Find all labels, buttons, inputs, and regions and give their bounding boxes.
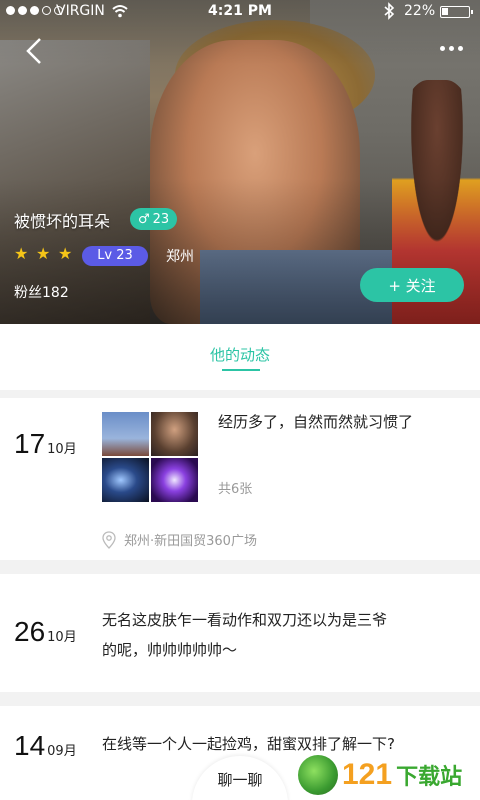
gender-age-badge: ♂ 23 [130, 208, 178, 230]
post-day: 26 [14, 616, 46, 647]
post-month: 09月 [47, 744, 77, 759]
male-icon: ♂ [138, 211, 150, 227]
post-photo[interactable] [151, 412, 198, 456]
site-watermark: 121 下载站 [298, 752, 478, 798]
age-value: 23 [152, 211, 170, 227]
watermark-number: 121 [342, 758, 393, 791]
status-bar: VIRGIN 4:21 PM 22% [0, 0, 480, 24]
fans-count: 粉丝182 [14, 285, 69, 301]
watermark-logo-icon [298, 755, 338, 795]
feed-tab-bar: 他的动态 [0, 324, 480, 390]
follow-button[interactable]: + 关注 [360, 268, 464, 302]
post-text: 经历多了，自然而然就习惯了 [218, 413, 414, 431]
bluetooth-icon [384, 2, 395, 20]
tab-his-posts[interactable]: 他的动态 [0, 344, 480, 365]
follow-label: + 关注 [388, 276, 436, 295]
post-photo-grid[interactable] [102, 412, 198, 502]
chat-button-label: 聊一聊 [217, 771, 263, 789]
watermark-text: 下载站 [396, 765, 463, 790]
post-location: 郑州·新田国贸360广场 [102, 530, 257, 549]
battery-icon [440, 6, 473, 18]
post-photo[interactable] [102, 458, 149, 502]
location-text: 郑州·新田国贸360广场 [124, 534, 257, 549]
post-text-line: 无名这皮肤乍一看动作和双刀还以为是三爷 [102, 611, 388, 629]
post-day: 17 [14, 428, 46, 459]
battery-percent: 22% [404, 3, 436, 19]
post-month: 10月 [47, 630, 77, 645]
profile-city: 郑州 [166, 249, 194, 265]
post-date: 26 10月 [14, 616, 77, 648]
back-chevron-icon[interactable] [22, 36, 46, 66]
post-card[interactable]: 17 10月 经历多了，自然而然就习惯了 共6张 郑州·新田国贸360广场 [0, 398, 480, 560]
post-photo[interactable] [151, 458, 198, 502]
post-text-line: 的呢，帅帅帅帅帅～ [102, 641, 238, 659]
post-card[interactable]: 26 10月 无名这皮肤乍一看动作和双刀还以为是三爷 的呢，帅帅帅帅帅～ [0, 574, 480, 692]
level-badge: Lv 23 [82, 246, 148, 266]
star-icon: ★ [58, 244, 73, 263]
post-month: 10月 [47, 442, 77, 457]
star-icon: ★ [14, 244, 29, 263]
profile-nickname: 被惯坏的耳朵 [14, 212, 111, 231]
more-options-icon[interactable] [440, 40, 470, 56]
star-rating: ★ ★ ★ [14, 246, 74, 262]
post-date: 14 09月 [14, 730, 77, 762]
post-date: 17 10月 [14, 428, 77, 460]
post-day: 14 [14, 730, 46, 761]
star-icon: ★ [36, 244, 51, 263]
location-pin-icon [102, 530, 116, 549]
post-photo[interactable] [102, 412, 149, 456]
photo-count: 共6张 [218, 482, 253, 497]
tab-underline [222, 369, 260, 371]
